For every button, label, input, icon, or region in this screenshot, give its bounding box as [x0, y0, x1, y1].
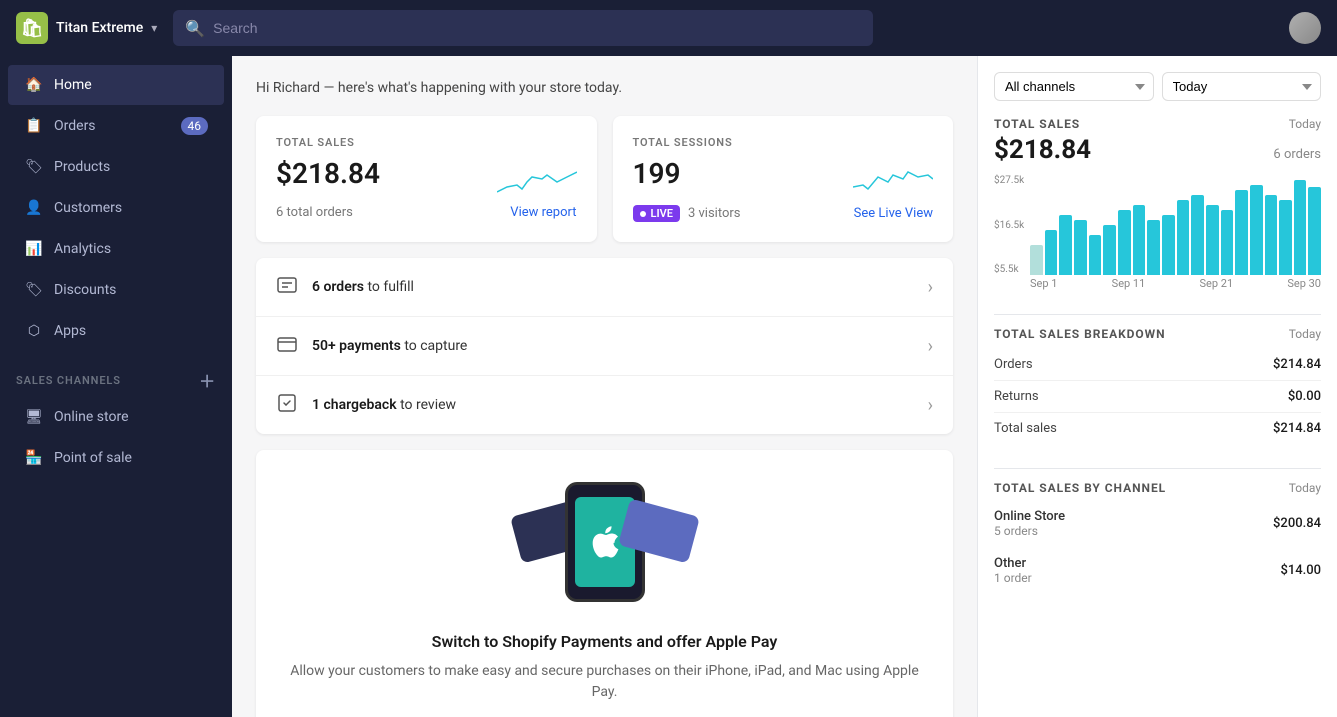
- navbar: 🛍 Titan Extreme ▾ 🔍: [0, 0, 1337, 56]
- sessions-sparkline: [853, 157, 933, 197]
- sidebar-item-customers[interactable]: 👤 Customers: [8, 188, 224, 228]
- live-dot: [640, 211, 646, 217]
- action-list: 6 orders to fulfill › 50+ payments to ca…: [256, 258, 953, 434]
- panel-total-sales: TOTAL SALES Today $218.84 6 orders $27.5…: [994, 117, 1321, 290]
- x-label-1: Sep 1: [1030, 277, 1057, 290]
- greeting-text: Hi Richard — here's what's happening wit…: [256, 80, 953, 96]
- sales-bar-chart: $27.5k $16.5k $5.5k: [994, 175, 1321, 290]
- y-label-1: $27.5k: [994, 175, 1024, 186]
- main-content: Hi Richard — here's what's happening wit…: [232, 56, 977, 717]
- total-sessions-label: TOTAL SESSIONS: [633, 136, 934, 149]
- sales-sparkline: [497, 157, 577, 197]
- action-text-chargeback: 1 chargeback to review: [312, 397, 914, 413]
- fulfill-icon: [276, 274, 298, 300]
- chevron-right-icon-3: ›: [928, 395, 933, 416]
- promo-image: [495, 482, 715, 612]
- panel-sales-label: TOTAL SALES: [994, 117, 1080, 131]
- breakdown-row-returns: Returns $0.00: [994, 381, 1321, 413]
- add-channel-icon[interactable]: ＋: [199, 368, 216, 392]
- promo-card: Switch to Shopify Payments and offer App…: [256, 450, 953, 717]
- divider-2: [994, 468, 1321, 469]
- products-icon: 🏷: [24, 157, 44, 177]
- visitors-count: 3 visitors: [688, 206, 741, 221]
- action-item-chargeback[interactable]: 1 chargeback to review ›: [256, 376, 953, 434]
- customers-icon: 👤: [24, 198, 44, 218]
- sidebar-item-home[interactable]: 🏠 Home: [8, 65, 224, 105]
- right-panel: All channels Online Store Point of Sale …: [977, 56, 1337, 717]
- breakdown-label: TOTAL SALES BREAKDOWN: [994, 327, 1166, 341]
- total-sales-label: TOTAL SALES: [276, 136, 577, 149]
- total-sessions-card: TOTAL SESSIONS 199 LIVE: [613, 116, 954, 242]
- total-sessions-value: 199: [633, 157, 681, 190]
- y-label-2: $16.5k: [994, 220, 1024, 231]
- search-input[interactable]: [213, 20, 861, 36]
- sidebar-item-analytics[interactable]: 📊 Analytics: [8, 229, 224, 269]
- panel-sales-period: Today: [1289, 117, 1321, 131]
- chargeback-icon: [276, 392, 298, 418]
- y-label-3: $5.5k: [994, 264, 1024, 275]
- brand-logo[interactable]: 🛍 Titan Extreme ▾: [16, 12, 157, 44]
- action-item-payments[interactable]: 50+ payments to capture ›: [256, 317, 953, 376]
- home-icon: 🏠: [24, 75, 44, 95]
- live-badge: LIVE: [633, 205, 680, 222]
- avatar[interactable]: [1289, 12, 1321, 44]
- x-label-2: Sep 11: [1112, 277, 1146, 290]
- point-of-sale-icon: 🏪: [24, 448, 44, 468]
- period-filter[interactable]: Today Yesterday Last 7 days Last 30 days: [1162, 72, 1322, 101]
- brand-dropdown-icon[interactable]: ▾: [151, 21, 157, 35]
- bar-group: [1030, 175, 1321, 275]
- chevron-right-icon-2: ›: [928, 336, 933, 357]
- view-report-link[interactable]: View report: [510, 205, 576, 220]
- search-bar: 🔍: [173, 10, 873, 46]
- app-body: 🏠 Home 📋 Orders 46 🏷 Products 👤 Customer…: [0, 56, 1337, 717]
- promo-description: Allow your customers to make easy and se…: [280, 661, 929, 703]
- search-icon: 🔍: [185, 19, 205, 38]
- promo-title: Switch to Shopify Payments and offer App…: [280, 632, 929, 651]
- apps-icon: ⬡: [24, 321, 44, 341]
- channel-filter[interactable]: All channels Online Store Point of Sale: [994, 72, 1154, 101]
- shopify-icon: 🛍: [16, 12, 48, 44]
- action-text-orders: 6 orders to fulfill: [312, 279, 914, 295]
- total-sales-card: TOTAL SALES $218.84 6 total orders View …: [256, 116, 597, 242]
- sidebar: 🏠 Home 📋 Orders 46 🏷 Products 👤 Customer…: [0, 56, 232, 717]
- panel-by-channel: TOTAL SALES BY CHANNEL Today Online Stor…: [994, 481, 1321, 591]
- panel-breakdown: TOTAL SALES BREAKDOWN Today Orders $214.…: [994, 327, 1321, 444]
- by-channel-period: Today: [1289, 481, 1321, 495]
- orders-icon: 📋: [24, 116, 44, 136]
- breakdown-row-orders: Orders $214.84: [994, 349, 1321, 381]
- sidebar-item-point-of-sale[interactable]: 🏪 Point of sale: [8, 438, 224, 478]
- panel-sales-value: $218.84: [994, 135, 1091, 165]
- payments-icon: [276, 333, 298, 359]
- divider-1: [994, 314, 1321, 315]
- sales-channels-section: SALES CHANNELS ＋: [0, 352, 232, 396]
- breakdown-period: Today: [1289, 327, 1321, 341]
- sidebar-item-online-store[interactable]: 🖥 Online store: [8, 397, 224, 437]
- summary-cards: TOTAL SALES $218.84 6 total orders View …: [256, 116, 953, 242]
- analytics-icon: 📊: [24, 239, 44, 259]
- sidebar-item-discounts[interactable]: 🏷 Discounts: [8, 270, 224, 310]
- orders-badge: 46: [181, 117, 209, 135]
- sidebar-item-apps[interactable]: ⬡ Apps: [8, 311, 224, 351]
- panel-orders-count: 6 orders: [1273, 147, 1321, 162]
- breakdown-row-total: Total sales $214.84: [994, 413, 1321, 444]
- total-sales-value: $218.84: [276, 157, 380, 190]
- online-store-icon: 🖥: [24, 407, 44, 427]
- action-text-payments: 50+ payments to capture: [312, 338, 914, 354]
- live-view-link[interactable]: See Live View: [854, 206, 933, 221]
- channel-other: Other 1 order $14.00: [994, 550, 1321, 591]
- x-label-3: Sep 21: [1200, 277, 1234, 290]
- channel-online-store: Online Store 5 orders $200.84: [994, 503, 1321, 544]
- sidebar-item-orders[interactable]: 📋 Orders 46: [8, 106, 224, 146]
- by-channel-label: TOTAL SALES BY CHANNEL: [994, 481, 1166, 495]
- brand-name: Titan Extreme: [56, 20, 143, 36]
- discounts-icon: 🏷: [24, 280, 44, 300]
- x-label-4: Sep 30: [1287, 277, 1321, 290]
- action-item-orders[interactable]: 6 orders to fulfill ›: [256, 258, 953, 317]
- sidebar-nav: 🏠 Home 📋 Orders 46 🏷 Products 👤 Customer…: [0, 56, 232, 487]
- chevron-right-icon: ›: [928, 277, 933, 298]
- total-orders-sub: 6 total orders: [276, 205, 353, 220]
- filter-row: All channels Online Store Point of Sale …: [994, 72, 1321, 101]
- sidebar-item-products[interactable]: 🏷 Products: [8, 147, 224, 187]
